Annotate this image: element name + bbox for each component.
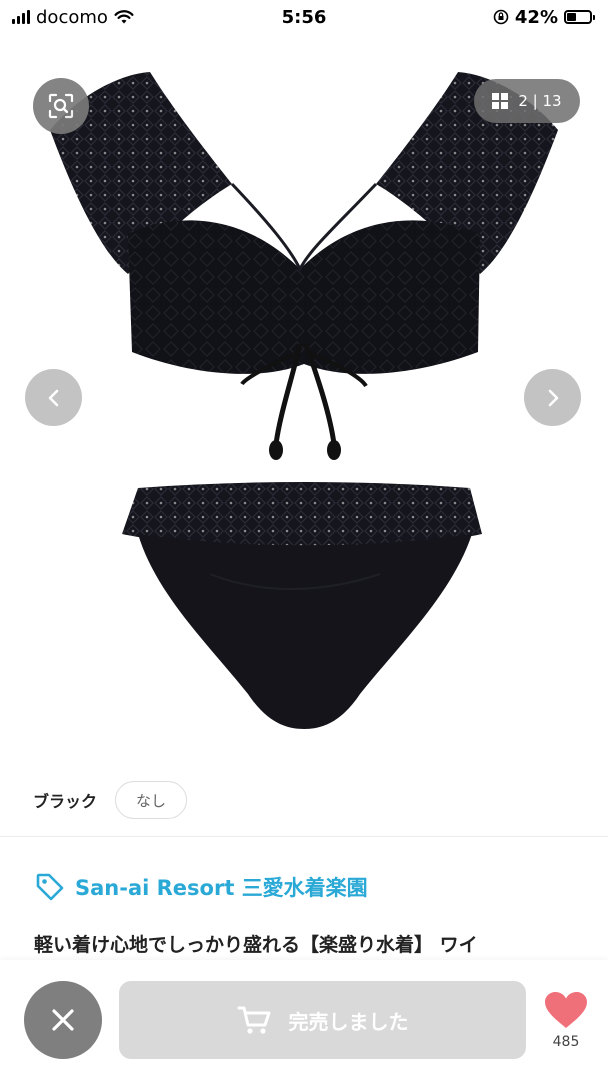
- grid-icon: [492, 93, 509, 109]
- product-photo: [50, 72, 558, 729]
- close-icon: [52, 1009, 74, 1031]
- like-button[interactable]: 485: [540, 990, 592, 1050]
- variant-row: ブラック なし: [0, 764, 608, 836]
- image-counter-text: 2 | 13: [518, 92, 562, 110]
- divider: [0, 836, 608, 837]
- tag-icon: [36, 873, 64, 901]
- previous-image-button[interactable]: [25, 369, 82, 426]
- like-count: 485: [552, 1034, 580, 1050]
- battery-percent: 42%: [514, 6, 558, 28]
- carrier-name: docomo: [36, 6, 108, 28]
- bottom-action-bar: 完売しました 485: [0, 960, 608, 1080]
- status-bar: docomo 5:56 42%: [0, 0, 608, 34]
- close-button[interactable]: [24, 981, 102, 1059]
- sold-out-button[interactable]: 完売しました: [119, 981, 526, 1059]
- wifi-icon: [114, 10, 134, 24]
- sold-out-label: 完売しました: [288, 1009, 409, 1034]
- zoom-button[interactable]: [33, 78, 89, 134]
- chevron-right-icon: [548, 389, 558, 406]
- product-image-carousel[interactable]: 2 | 13: [0, 34, 608, 764]
- signal-icon: [12, 10, 30, 24]
- image-counter[interactable]: 2 | 13: [474, 79, 580, 123]
- product-title: 軽い着け心地でしっかり盛れる【楽盛り水着】 ワイ: [34, 934, 478, 956]
- next-image-button[interactable]: [524, 369, 581, 426]
- battery-icon: [564, 10, 595, 24]
- size-variant-chip[interactable]: なし: [115, 781, 188, 819]
- color-variant-label: ブラック: [33, 792, 98, 811]
- cart-icon: [237, 1006, 270, 1034]
- search-zoom-icon: [48, 93, 74, 119]
- chevron-left-icon: [48, 389, 58, 406]
- status-time: 5:56: [281, 6, 327, 28]
- status-right: 42%: [493, 6, 595, 28]
- heart-icon: [545, 992, 587, 1028]
- shop-name[interactable]: San-ai Resort 三愛水着楽園: [75, 872, 368, 902]
- shop-link[interactable]: San-ai Resort 三愛水着楽園: [35, 872, 368, 902]
- orientation-lock-icon: [493, 9, 509, 25]
- status-left: docomo: [12, 7, 134, 28]
